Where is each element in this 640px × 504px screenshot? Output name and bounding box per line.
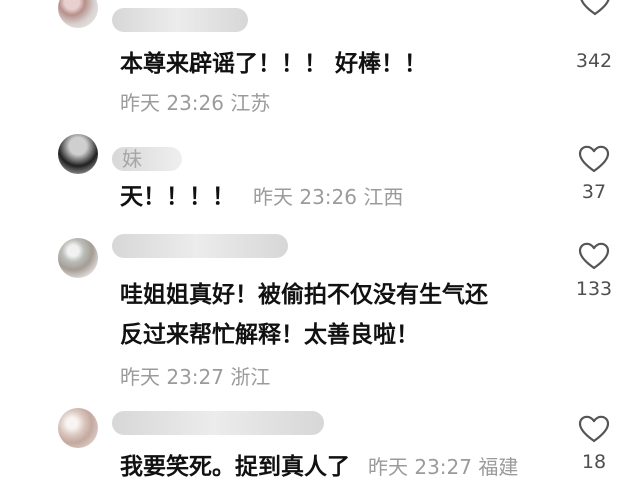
avatar[interactable] [58,134,98,174]
comment-time-location: 昨天 23:26 江西 [253,185,404,209]
like-count: 37 [581,181,607,203]
like-count-container: 342 [572,12,616,72]
avatar[interactable] [58,0,98,28]
like-button[interactable]: 37 [572,144,616,203]
like-button[interactable]: 133 [572,241,616,300]
comment-time-location: 昨天 23:26 江苏 [120,91,271,115]
username-blurred[interactable] [112,411,324,435]
like-count: 18 [581,451,607,473]
like-count: 342 [575,50,613,72]
username-blurred[interactable] [112,8,248,32]
username-blurred[interactable]: 妹 [112,147,182,171]
comment-time-location: 昨天 23:27 浙江 [120,365,271,389]
comment-text: 天！！！！ [120,184,235,210]
like-count: 133 [575,278,613,300]
comment-text: 我要笑死。捉到真人了 [120,454,350,480]
avatar[interactable] [58,408,98,448]
avatar[interactable] [58,238,98,278]
comment-text-with-meta: 我要笑死。捉到真人了 昨天 23:27 福建 [120,447,518,487]
comment-time-location: 昨天 23:27 福建 [368,455,519,479]
username-blurred[interactable] [112,234,288,258]
comment-text-line-1: 哇姐姐真好！被偷拍不仅没有生气还 [120,282,488,308]
comment-text: 本尊来辟谣了！！！ 好棒！！ [120,51,428,77]
heart-icon [578,145,610,173]
comment-text-block: 哇姐姐真好！被偷拍不仅没有生气还 反过来帮忙解释！太善良啦！ [120,275,488,355]
like-button[interactable]: 18 [572,414,616,473]
comment-text-with-meta: 天！！！！ 昨天 23:26 江西 [120,177,403,217]
heart-icon [578,242,610,270]
comment-text-line-2: 反过来帮忙解释！太善良啦！ [120,322,419,348]
heart-icon [578,415,610,443]
